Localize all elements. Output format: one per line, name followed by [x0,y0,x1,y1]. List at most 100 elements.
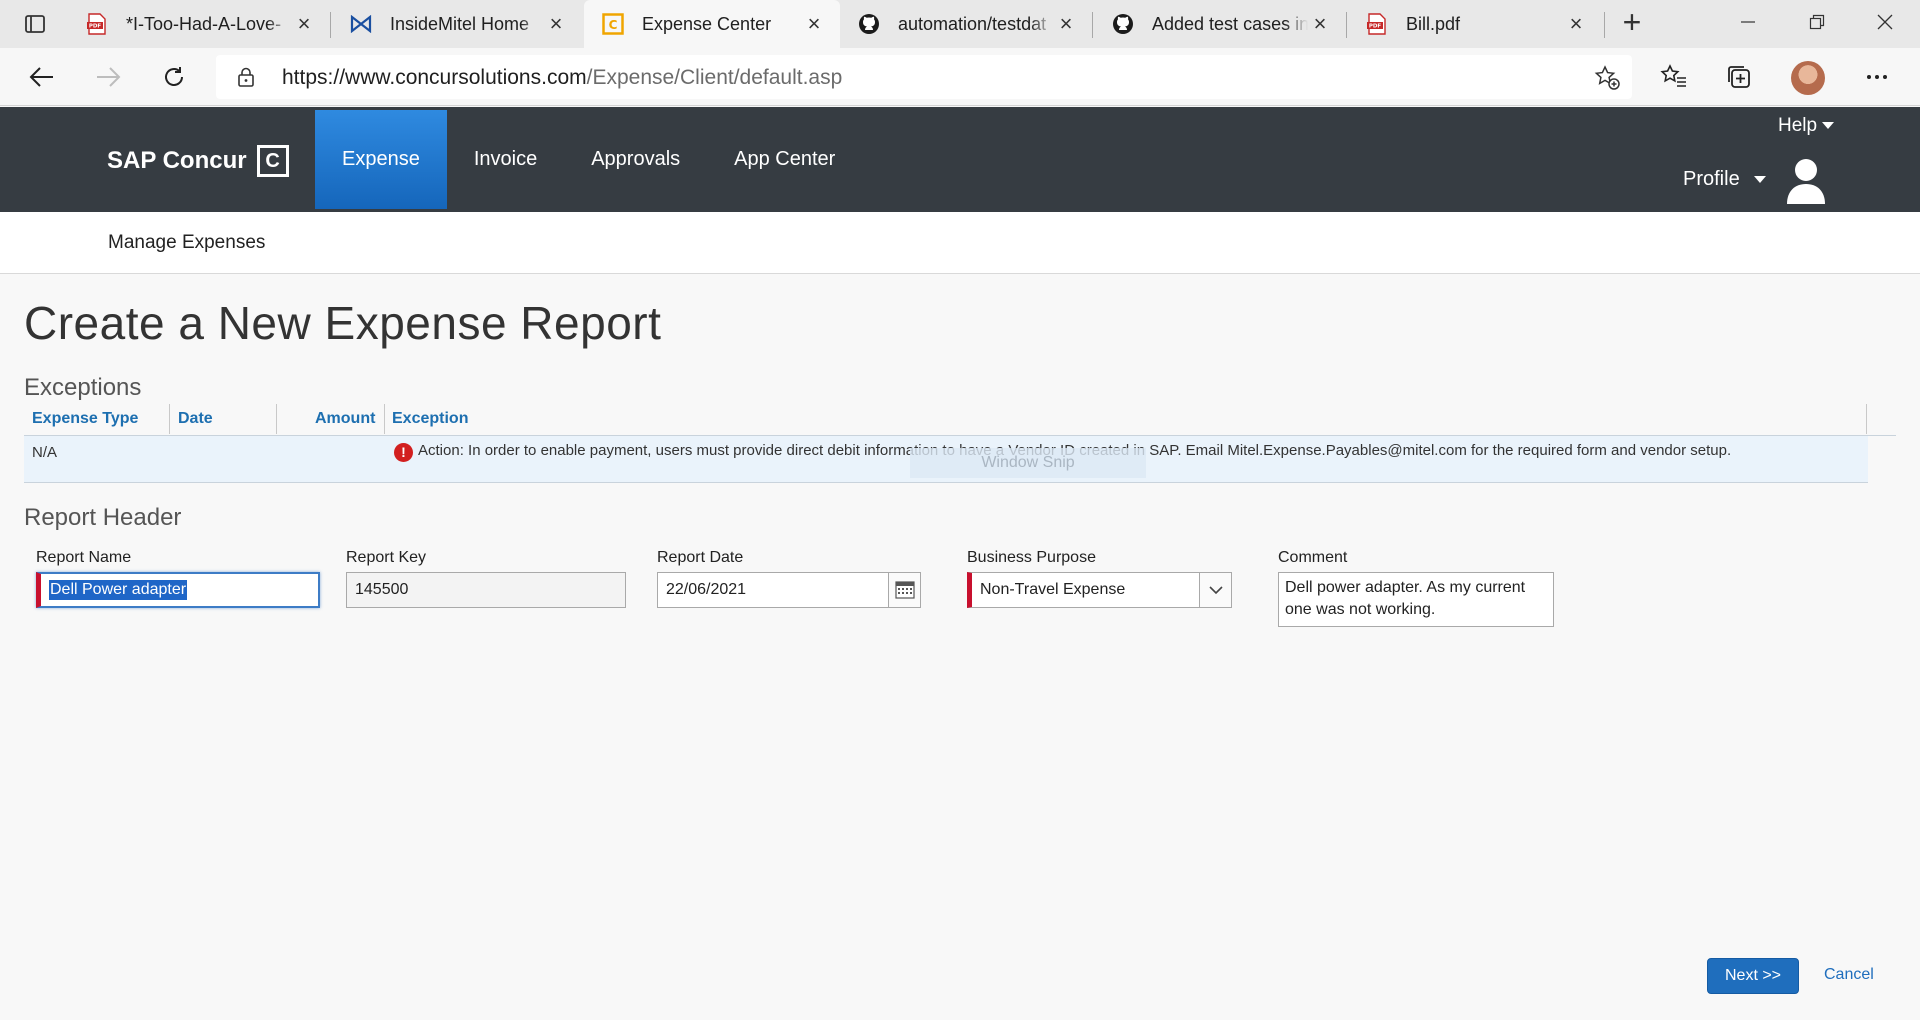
exceptions-header-row: Expense Type Date Amount Exception [24,404,1896,436]
nav-invoice[interactable]: Invoice [447,110,564,209]
close-tab-icon[interactable]: × [544,11,568,37]
col-expense-type[interactable]: Expense Type [32,410,138,428]
main-nav: Expense Invoice Approvals App Center [315,110,862,209]
report-name-field[interactable]: Dell Power adapter [36,572,320,608]
col-amount[interactable]: Amount [315,410,375,428]
close-tab-icon[interactable]: × [1564,11,1588,37]
back-button[interactable] [22,58,62,96]
tab-divider [1346,12,1347,38]
close-window-button[interactable] [1850,0,1920,44]
manage-expenses-link[interactable]: Manage Expenses [108,232,265,254]
next-button[interactable]: Next >> [1707,958,1799,994]
close-tab-icon[interactable]: × [292,11,316,37]
column-divider [1866,404,1867,434]
url-path: /Expense/Client/default.asp [586,66,843,89]
browser-tab[interactable]: Added test cases in × [1094,0,1346,48]
col-exception[interactable]: Exception [392,410,468,428]
report-date-field[interactable]: 22/06/2021 [657,572,921,608]
comment-label: Comment [1278,549,1348,566]
profile-avatar[interactable] [1791,61,1825,95]
address-bar[interactable]: https://www.concursolutions.com/Expense/… [216,55,1632,99]
sub-nav: Manage Expenses [0,212,1920,274]
cancel-link[interactable]: Cancel [1824,966,1874,984]
pdf-icon: PDF [86,13,108,35]
forward-arrow-icon [97,67,121,87]
business-purpose-select[interactable]: Non-Travel Expense [967,572,1232,608]
close-tab-icon[interactable]: × [1308,11,1332,37]
user-icon[interactable] [1786,156,1826,204]
tab-divider [330,12,331,38]
more-icon [1867,75,1887,79]
browser-tab[interactable]: PDF *I-Too-Had-A-Love- × [68,0,330,48]
expense-type-cell: N/A [32,444,58,461]
forward-button[interactable] [88,58,128,96]
concur-logo-icon: C [256,145,289,177]
browser-toolbar: https://www.concursolutions.com/Expense/… [0,48,1920,106]
report-name-value: Dell Power adapter [49,580,188,600]
collections-icon [1728,66,1750,88]
nav-app-center[interactable]: App Center [707,110,862,209]
column-divider [276,404,277,434]
svg-text:PDF: PDF [89,24,102,30]
close-icon [1877,14,1893,30]
report-key-value: 145500 [355,581,409,598]
add-favorite-icon[interactable] [1594,65,1620,91]
tab-title: automation/testdat [898,13,1047,34]
tab-title: InsideMitel Home [390,13,530,34]
browser-tab-active[interactable]: C Expense Center × [584,0,840,48]
insidemitel-icon [350,13,372,35]
svg-text:C: C [609,18,618,32]
report-name-label: Report Name [36,549,132,566]
business-purpose-dropdown-button[interactable] [1199,573,1231,607]
tab-divider [1092,12,1093,38]
col-date[interactable]: Date [178,410,213,428]
restore-button[interactable] [1782,0,1852,44]
comment-field[interactable]: Dell power adapter. As my current one wa… [1278,572,1554,627]
exceptions-title: Exceptions [24,374,142,401]
app-header: SAP Concur C Expense Invoice Approvals A… [0,107,1920,212]
profile-label: Profile [1683,168,1740,190]
report-date-value: 22/06/2021 [666,581,747,598]
business-purpose-value: Non-Travel Expense [980,581,1126,598]
brand-name: SAP Concur [107,147,247,174]
chevron-down-icon [1208,585,1223,594]
browser-tab[interactable]: InsideMitel Home × [332,0,582,48]
column-divider [384,404,385,434]
collections-button[interactable] [1722,60,1756,94]
browser-tab[interactable]: PDF Bill.pdf × [1348,0,1602,48]
github-icon [1112,13,1134,35]
profile-caret-icon [1753,176,1766,184]
svg-text:PDF: PDF [1369,24,1382,30]
report-date-label: Report Date [657,549,744,566]
refresh-icon [165,67,183,86]
pdf-icon: PDF [1366,13,1388,35]
report-key-label: Report Key [346,549,427,566]
nav-approvals[interactable]: Approvals [564,110,707,209]
help-menu[interactable]: Help [1778,115,1835,137]
url-text: https://www.concursolutions.com/Expense/… [282,66,842,90]
date-picker-button[interactable] [888,573,920,607]
tab-divider [1604,12,1605,38]
column-divider [169,404,170,434]
new-tab-button[interactable]: + [1615,6,1649,41]
close-tab-icon[interactable]: × [1054,11,1078,37]
nav-expense[interactable]: Expense [315,110,447,209]
restore-icon [1809,14,1825,30]
profile-menu[interactable]: Profile [1683,168,1766,191]
close-tab-icon[interactable]: × [802,11,826,37]
calendar-icon [894,581,915,599]
report-header-title: Report Header [24,504,182,531]
report-key-field[interactable]: 145500 [346,572,626,608]
minimize-button[interactable] [1713,0,1783,44]
favorites-button[interactable] [1657,60,1691,94]
browser-tab[interactable]: automation/testdat × [840,0,1092,48]
tab-title: *I-Too-Had-A-Love- [126,13,282,34]
sap-concur-logo[interactable]: SAP Concur C [107,145,289,177]
help-label: Help [1778,115,1818,136]
refresh-button[interactable] [154,58,194,96]
minimize-icon [1741,21,1755,23]
tab-actions-icon[interactable] [24,13,46,35]
settings-menu-button[interactable] [1860,60,1894,94]
tab-title: Bill.pdf [1406,13,1461,34]
lock-icon[interactable] [236,67,256,87]
